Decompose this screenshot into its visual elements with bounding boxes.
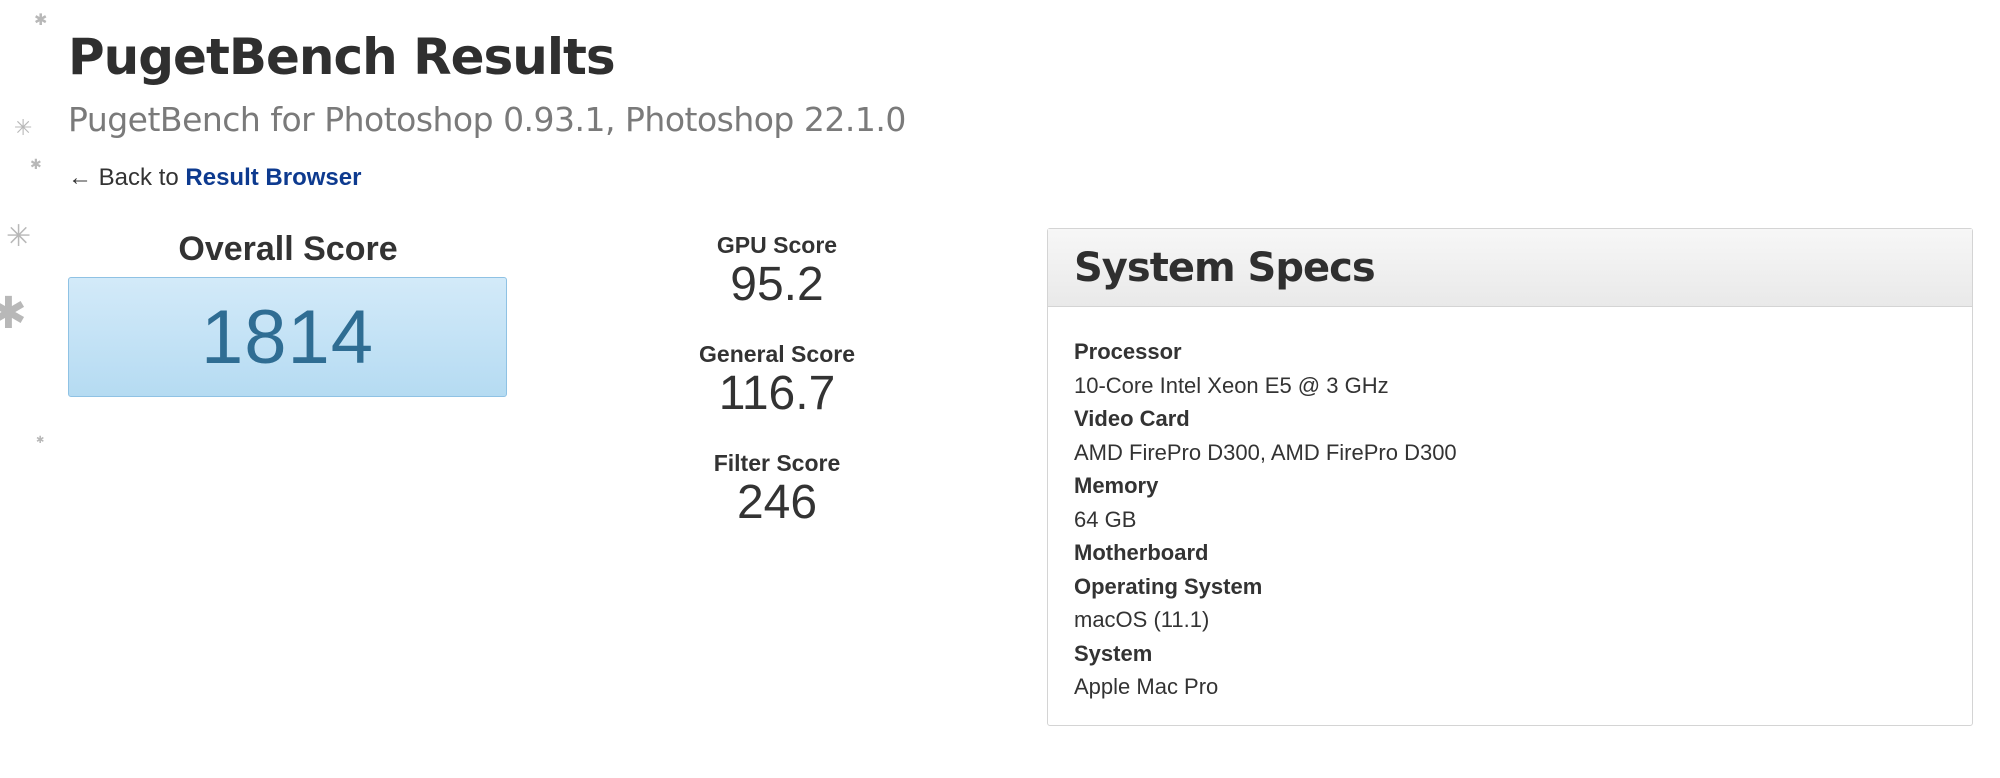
snowflake-icon: ✱: [30, 157, 42, 173]
gpu-score: GPU Score 95.2: [660, 231, 894, 311]
snowflake-icon: ✱: [0, 288, 27, 339]
gpu-score-label: GPU Score: [716, 232, 838, 258]
overall-score-box: 1814: [68, 277, 507, 397]
snowflake-icon: ✳: [6, 219, 32, 254]
spec-label-operating-system: Operating System: [1074, 573, 1263, 599]
general-score-label: General Score: [699, 341, 855, 367]
spec-label-motherboard: Motherboard: [1074, 540, 1209, 565]
overall-score-value: 1814: [200, 294, 375, 380]
general-score-value: 116.7: [718, 367, 836, 420]
spec-value-operating-system: macOS (11.1): [1074, 607, 1210, 632]
spec-value-system: Apple Mac Pro: [1074, 674, 1219, 699]
filter-score-value: 246: [736, 476, 818, 529]
system-specs-header: System Specs: [1048, 229, 1972, 307]
page-subtitle: PugetBench for Photoshop 0.93.1, Photosh…: [68, 100, 906, 139]
system-specs-panel: System Specs Processor 10-Core Intel Xeo…: [1047, 228, 1973, 726]
back-prefix: ← Back to: [68, 164, 179, 191]
system-specs-title: System Specs: [1074, 244, 1376, 291]
system-specs-list: Processor 10-Core Intel Xeon E5 @ 3 GHz …: [1048, 307, 1972, 704]
spec-value-video-card: AMD FirePro D300, AMD FirePro D300: [1074, 439, 1457, 465]
snowflake-icon: ✳: [14, 116, 33, 141]
spec-value-processor: 10-Core Intel Xeon E5 @ 3 GHz: [1074, 372, 1389, 398]
page-title: PugetBench Results: [68, 28, 616, 86]
overall-score-label: Overall Score: [178, 230, 398, 268]
snowflake-icon: ✱: [34, 10, 48, 29]
spec-label-system: System: [1074, 640, 1153, 666]
spec-label-memory: Memory: [1074, 473, 1159, 498]
spec-label-processor: Processor: [1074, 339, 1182, 364]
back-navigation: ← Back to Result Browser: [68, 164, 361, 192]
spec-value-memory: 64 GB: [1074, 506, 1137, 532]
general-score: General Score 116.7: [660, 340, 894, 420]
filter-score: Filter Score 246: [660, 449, 894, 529]
result-browser-link[interactable]: Result Browser: [185, 164, 361, 191]
gpu-score-value: 95.2: [730, 258, 824, 311]
spec-label-video-card: Video Card: [1074, 406, 1190, 431]
snowflake-icon: ✱: [36, 435, 45, 446]
filter-score-label: Filter Score: [713, 450, 841, 476]
